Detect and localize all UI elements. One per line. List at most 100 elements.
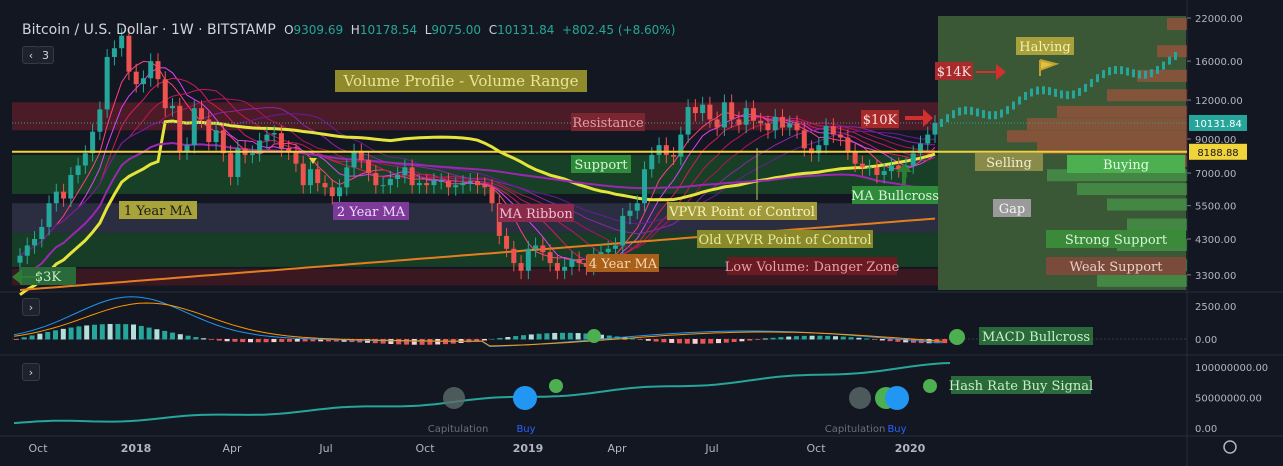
- projection-candle: [976, 108, 979, 117]
- level-price-label: 8188.88: [1197, 148, 1238, 159]
- macd-histogram-bar: [60, 328, 66, 340]
- expand-hashrate-button[interactable]: ›: [22, 363, 40, 381]
- capitulation-label: Capitulation: [825, 424, 886, 435]
- macd-histogram-bar: [404, 339, 409, 345]
- chevron-right-icon: ›: [28, 365, 34, 379]
- high-value: 10178.54: [359, 23, 418, 37]
- macd-histogram-bar: [154, 329, 160, 340]
- candle-body: [671, 154, 677, 157]
- projection-candle: [1036, 86, 1039, 95]
- candle-body: [133, 71, 139, 85]
- buy-signal-dot: [885, 386, 909, 410]
- fourteen-k-label: $14K: [937, 65, 972, 80]
- macd-histogram-bar: [201, 338, 207, 340]
- time-tick-label: Jul: [318, 442, 332, 455]
- candle-body: [416, 183, 422, 186]
- candle-body: [620, 215, 626, 246]
- projection-candle: [1132, 69, 1135, 78]
- close-value: 10131.84: [497, 23, 555, 37]
- macd-histogram-bar: [14, 339, 19, 340]
- candle-body: [337, 187, 343, 197]
- macd-histogram-bar: [848, 337, 854, 340]
- macd-histogram-bar: [723, 339, 729, 343]
- macd-histogram-bar: [489, 338, 495, 340]
- selling-label: Selling: [986, 156, 1032, 171]
- candle-body: [409, 167, 415, 186]
- candle-body: [700, 104, 706, 114]
- candle-body: [315, 169, 321, 184]
- strong-support-label: Strong Support: [1065, 233, 1168, 248]
- candle-body: [823, 126, 829, 146]
- macd-histogram-bar: [294, 339, 300, 342]
- projection-candle: [952, 110, 955, 119]
- candle-body: [75, 165, 81, 175]
- projection-candle: [1126, 67, 1129, 76]
- candle-body: [692, 107, 698, 114]
- expand-macd-button[interactable]: ›: [22, 298, 40, 316]
- candle-body: [402, 167, 408, 175]
- candle-body: [518, 263, 524, 271]
- macd-histogram-bar: [653, 339, 659, 342]
- macd-histogram-bar: [809, 335, 815, 340]
- candle-body: [569, 259, 575, 267]
- projection-candle: [1150, 69, 1153, 78]
- volume-profile-bar: [1107, 89, 1187, 102]
- symbol-name[interactable]: Bitcoin / U.S. Dollar: [22, 22, 158, 38]
- chart-canvas[interactable]: 22000.0016000.0012000.009000.007000.0055…: [0, 0, 1283, 466]
- macd-histogram-bar: [747, 339, 753, 341]
- macd-histogram-bar: [755, 339, 760, 340]
- chevron-left-icon: ‹: [28, 48, 34, 62]
- candle-body: [678, 134, 684, 157]
- macd-histogram-bar: [107, 323, 113, 340]
- projection-candle: [1090, 79, 1093, 88]
- projection-candle: [1078, 87, 1081, 96]
- candle-body: [329, 187, 335, 197]
- buy-label: Buy: [516, 424, 535, 435]
- candle-body: [445, 180, 451, 188]
- candle-body: [467, 180, 473, 184]
- candle-body: [162, 79, 168, 109]
- projection-candle: [1144, 70, 1147, 79]
- candle-body: [32, 238, 38, 246]
- macd-histogram-bar: [552, 332, 558, 340]
- macd-histogram-bar: [53, 330, 58, 340]
- buying-label: Buying: [1103, 158, 1149, 173]
- macd-histogram-bar: [92, 324, 97, 340]
- volume-profile-bar: [1097, 274, 1187, 287]
- projection-candle: [1084, 83, 1087, 92]
- macd-histogram-bar: [271, 339, 277, 343]
- macd-histogram-bar: [76, 326, 82, 340]
- candle-body: [431, 180, 437, 186]
- projection-candle: [1048, 87, 1051, 96]
- projection-candle: [1108, 67, 1111, 76]
- ohlc-values: O9309.69 H10178.54 L9075.00 C10131.84 +8…: [284, 23, 676, 37]
- projection-candle: [1060, 90, 1063, 99]
- capitulation-dot: [849, 387, 871, 409]
- candle-body: [191, 108, 197, 146]
- candle-body: [830, 126, 836, 135]
- candle-body: [307, 169, 313, 186]
- projection-candle: [1156, 66, 1159, 75]
- macd-histogram-bar: [99, 324, 105, 340]
- interval-label[interactable]: 1W: [171, 22, 194, 38]
- thumbs-up-icon: [587, 329, 601, 343]
- ma-bullcross-label: MA Bullcross: [851, 189, 939, 204]
- volume-profile-bar: [1007, 130, 1187, 143]
- candle-body: [925, 134, 931, 144]
- indicator-count-badge[interactable]: 3: [38, 46, 54, 64]
- candle-body: [612, 245, 618, 249]
- candle-body: [525, 248, 531, 271]
- candle-body: [874, 167, 880, 175]
- macd-histogram-bar: [684, 339, 690, 344]
- price-tick-label: 3300.00: [1195, 271, 1236, 282]
- candle-body: [395, 174, 401, 179]
- last-price-label: 10131.84: [1194, 119, 1242, 130]
- macd-histogram-bar: [833, 336, 838, 340]
- candle-body: [140, 78, 146, 85]
- candle-body: [605, 248, 611, 253]
- candle-body: [772, 116, 778, 131]
- candle-body: [126, 35, 132, 72]
- macd-histogram-bar: [146, 327, 152, 340]
- macd-histogram-bar: [567, 332, 573, 340]
- macd-histogram-bar: [45, 331, 51, 340]
